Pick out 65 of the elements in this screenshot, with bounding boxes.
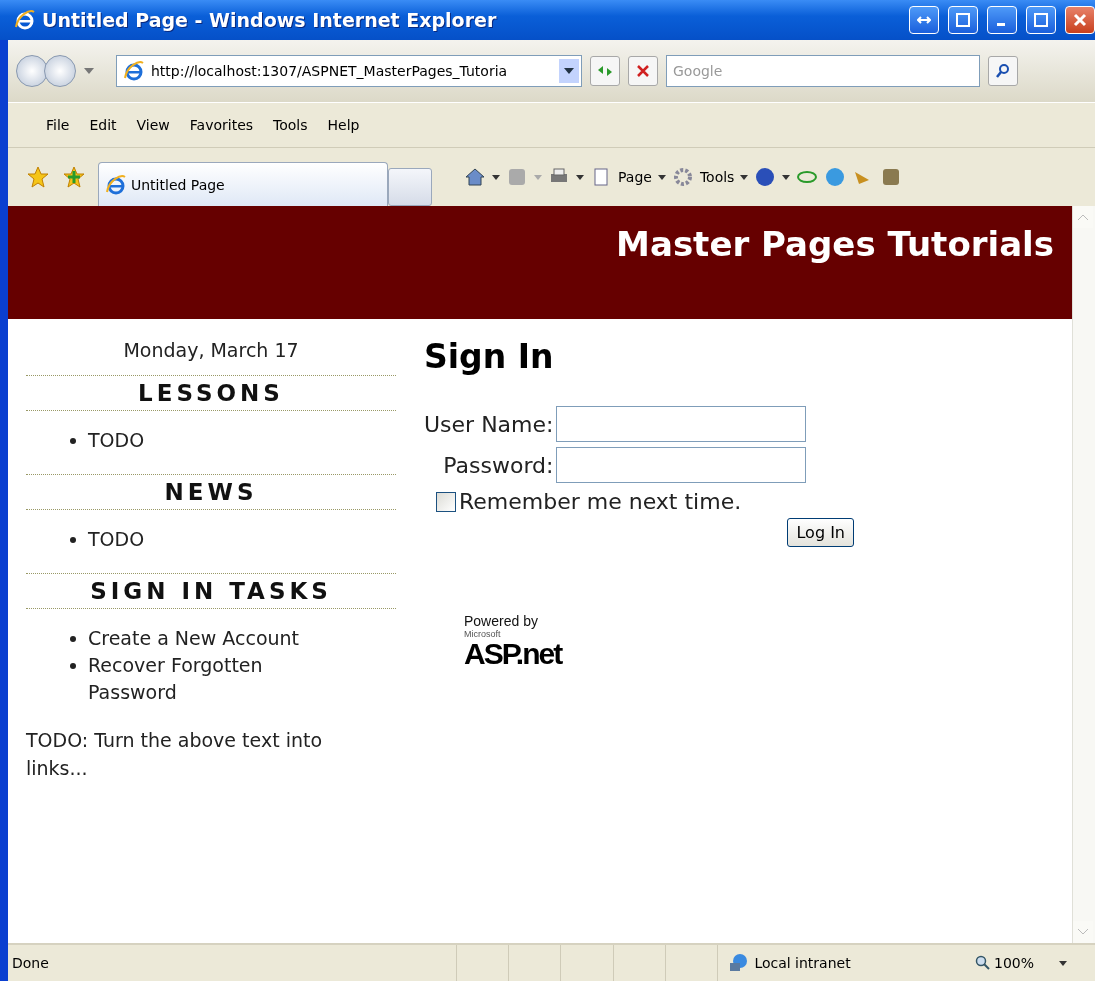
- logo-caption: Powered by: [464, 613, 539, 629]
- section-heading: NEWS: [26, 474, 396, 510]
- minimize-icon[interactable]: [987, 6, 1017, 34]
- field-label: Password:: [443, 452, 554, 478]
- site-title: Master Pages Tutorials: [616, 224, 1054, 264]
- window-icon[interactable]: [948, 6, 978, 34]
- window-title: Untitled Page - Windows Internet Explorer: [42, 9, 497, 31]
- back-icon[interactable]: [16, 55, 48, 87]
- address-field[interactable]: http://localhost:1307/ASPNET_MasterPages_Tutoria: [116, 55, 582, 87]
- maximize-icon[interactable]: [1026, 6, 1056, 34]
- caret-icon[interactable]: [740, 174, 749, 180]
- search-icon[interactable]: [988, 56, 1018, 86]
- bullet-icon: [70, 537, 76, 543]
- browser-logo-icon: [14, 9, 36, 31]
- form-heading: Sign In: [424, 337, 555, 376]
- caret-icon[interactable]: [782, 174, 791, 180]
- list-item: TODO: [88, 527, 145, 552]
- menu-item[interactable]: View: [126, 113, 180, 137]
- bullet-icon: [70, 438, 76, 444]
- zoom-level[interactable]: 100%: [994, 955, 1034, 971]
- text-field[interactable]: [556, 406, 807, 442]
- login-button[interactable]: Log In: [787, 518, 854, 547]
- gear-icon[interactable]: [671, 166, 694, 188]
- note-text: TODO: Turn the above text into links...: [26, 728, 324, 781]
- list-item: TODO: [88, 428, 145, 453]
- password-field[interactable]: [556, 447, 807, 483]
- caret-icon: [534, 174, 542, 180]
- caret-icon[interactable]: [576, 174, 584, 180]
- status-text: Done: [11, 955, 50, 971]
- forward-icon[interactable]: [44, 55, 76, 87]
- menu-item[interactable]: Favorites: [179, 113, 264, 137]
- tools-menu[interactable]: Tools: [699, 169, 735, 185]
- caret-icon[interactable]: [1059, 960, 1067, 966]
- logo-text: ASP.net: [464, 637, 562, 671]
- star-plus-icon[interactable]: [62, 165, 86, 189]
- list-item: Create a New Account: [88, 626, 300, 651]
- home-icon[interactable]: [464, 166, 486, 188]
- caret-icon[interactable]: [657, 174, 666, 180]
- bullet-icon: [70, 663, 76, 669]
- star-icon[interactable]: [26, 165, 50, 189]
- zone-text: Local intranet: [754, 955, 851, 971]
- date-text: Monday, March 17: [122, 339, 300, 361]
- menu-item[interactable]: Edit: [79, 113, 127, 137]
- refresh-icon[interactable]: [590, 56, 620, 86]
- page-menu[interactable]: Page: [618, 169, 652, 185]
- logo-maker-text: Microsoft: [464, 629, 502, 639]
- list-item: Recover Forgotten Password: [88, 653, 264, 705]
- browser-tab[interactable]: Untitled Page: [98, 162, 388, 206]
- section-heading: LESSONS: [26, 375, 396, 411]
- page-icon: [123, 60, 145, 82]
- menu-item[interactable]: Tools: [263, 113, 318, 137]
- page-icon: [105, 173, 127, 196]
- menu-item[interactable]: Help: [317, 113, 370, 137]
- caret-icon[interactable]: [492, 174, 500, 180]
- menu-item[interactable]: File: [36, 113, 80, 137]
- checkbox-label: Remember me next time.: [459, 489, 742, 514]
- section-heading: SIGN IN TASKS: [26, 573, 396, 609]
- close-icon[interactable]: [1065, 6, 1095, 34]
- zoom-icon[interactable]: [975, 955, 991, 971]
- search-field[interactable]: Google: [666, 55, 980, 87]
- expand-icon[interactable]: [909, 6, 939, 34]
- stop-icon[interactable]: [628, 56, 658, 86]
- field-label: User Name:: [424, 411, 554, 437]
- bullet-icon: [70, 636, 76, 642]
- checkbox[interactable]: [436, 491, 456, 512]
